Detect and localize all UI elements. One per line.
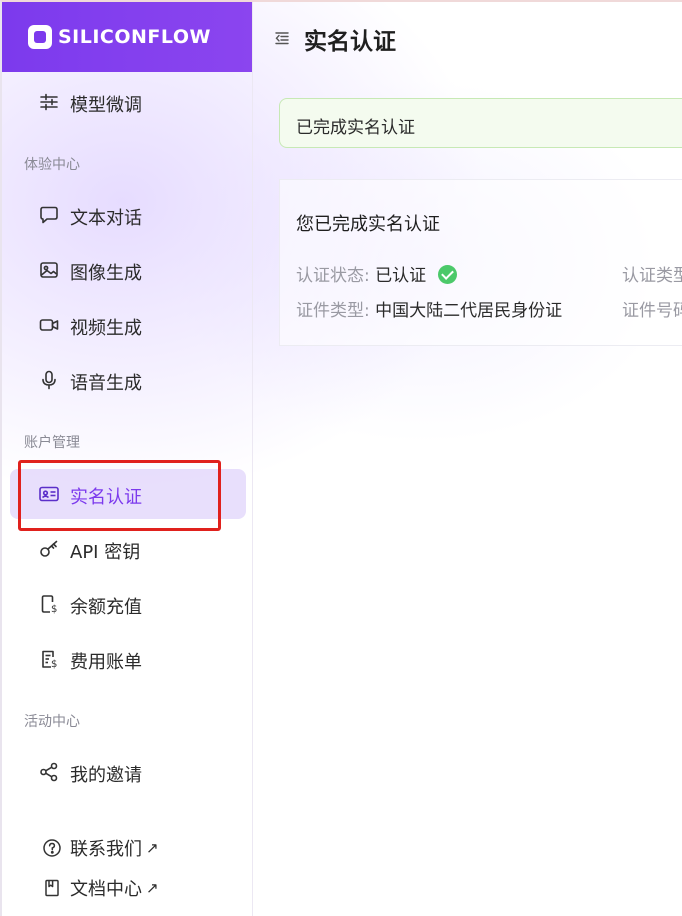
sidebar-item-label: API 密钥: [70, 542, 141, 563]
sidebar-item-billing[interactable]: $ 费用账单: [10, 634, 246, 684]
auth-type-field: 认证类型: [622, 261, 682, 286]
sidebar: SILICONFLOW 模型微调 体验中心 文本对话 图像生成 视频生成 语音生…: [2, 2, 253, 916]
sidebar-item-api-keys[interactable]: API 密钥: [10, 524, 246, 574]
id-type-label: 证件类型:: [296, 301, 370, 321]
wallet-icon: $: [38, 593, 60, 615]
id-number-label: 证件号码: [622, 301, 682, 321]
verification-status-field: 认证状态: 已认证: [296, 261, 457, 286]
sidebar-item-label: 图像生成: [70, 263, 142, 284]
id-type-field: 证件类型: 中国大陆二代居民身份证: [296, 296, 562, 321]
question-circle-icon: [42, 838, 62, 858]
card-title: 您已完成实名认证: [296, 214, 440, 235]
status-value: 已认证: [375, 266, 427, 286]
sliders-icon: [38, 91, 60, 113]
brand-bar[interactable]: SILICONFLOW: [2, 2, 252, 72]
sidebar-item-text-chat[interactable]: 文本对话: [10, 190, 246, 240]
sidebar-item-voice-generation[interactable]: 语音生成: [10, 355, 246, 405]
sidebar-item-video-generation[interactable]: 视频生成: [10, 300, 246, 350]
app-window: SILICONFLOW 模型微调 体验中心 文本对话 图像生成 视频生成 语音生…: [0, 0, 682, 916]
section-title-activities: 活动中心: [24, 714, 80, 730]
status-label: 认证状态:: [296, 266, 370, 286]
success-alert: 已完成实名认证: [279, 98, 682, 148]
brand-name: SILICONFLOW: [58, 26, 211, 48]
docs-center-label: 文档中心: [70, 879, 142, 900]
svg-text:$: $: [51, 659, 57, 670]
section-title-experience: 体验中心: [24, 157, 80, 173]
bill-icon: $: [38, 648, 60, 670]
sidebar-item-label: 语音生成: [70, 373, 142, 394]
alert-text: 已完成实名认证: [296, 118, 415, 138]
svg-text:$: $: [51, 604, 57, 615]
sidebar-item-label: 余额充值: [70, 597, 142, 618]
collapse-sidebar-icon[interactable]: [274, 30, 290, 46]
external-link-icon: ↗: [146, 879, 159, 897]
sidebar-item-label: 模型微调: [70, 95, 142, 116]
auth-type-label: 认证类型: [622, 266, 682, 286]
sidebar-item-my-invitations[interactable]: 我的邀请: [10, 747, 246, 797]
docs-center-link[interactable]: 文档中心 ↗: [42, 875, 159, 901]
contact-us-link[interactable]: 联系我们 ↗: [42, 835, 159, 861]
sidebar-item-label: 费用账单: [70, 652, 142, 673]
sidebar-item-fine-tuning[interactable]: 模型微调: [10, 77, 246, 127]
image-icon: [38, 259, 60, 281]
sidebar-item-label: 文本对话: [70, 208, 142, 229]
sidebar-item-label: 我的邀请: [70, 765, 142, 786]
highlight-annotation: [18, 460, 221, 531]
microphone-icon: [38, 369, 60, 391]
check-circle-icon: [437, 265, 457, 284]
book-icon: [42, 878, 62, 898]
share-icon: [38, 761, 60, 783]
id-type-value: 中国大陆二代居民身份证: [375, 301, 563, 321]
page-header: 实名认证: [252, 2, 682, 74]
key-icon: [38, 538, 60, 560]
contact-us-label: 联系我们: [70, 839, 142, 860]
page-title: 实名认证: [304, 29, 396, 55]
siliconflow-logo-icon: [28, 25, 52, 49]
sidebar-item-label: 视频生成: [70, 318, 142, 339]
video-camera-icon: [38, 314, 60, 336]
sidebar-item-image-generation[interactable]: 图像生成: [10, 245, 246, 295]
external-link-icon: ↗: [146, 839, 159, 857]
chat-bubble-icon: [38, 204, 60, 226]
section-title-account: 账户管理: [24, 435, 80, 451]
verification-info-card: 您已完成实名认证 认证状态: 已认证 认证类型 证件类型: 中国大陆二代居民身份…: [279, 179, 682, 346]
id-number-field: 证件号码: [622, 296, 682, 321]
sidebar-item-balance-recharge[interactable]: $ 余额充值: [10, 579, 246, 629]
